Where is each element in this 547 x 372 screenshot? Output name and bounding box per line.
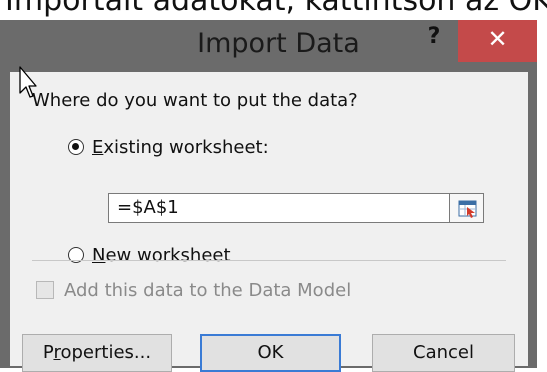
import-data-dialog: Import Data ? ✕ Where do you want to put… xyxy=(0,20,537,372)
destination-question: Where do you want to put the data? xyxy=(32,90,358,111)
new-worksheet-option[interactable]: New worksheet xyxy=(68,242,231,268)
data-model-label: Add this data to the Data Model xyxy=(64,279,352,301)
section-divider xyxy=(32,260,506,261)
existing-worksheet-option[interactable]: Existing worksheet: xyxy=(68,134,269,160)
data-model-checkbox xyxy=(36,281,54,299)
cancel-button[interactable]: Cancel xyxy=(372,334,515,372)
mouse-pointer-icon xyxy=(19,66,37,98)
background-instruction-text: Importált adatokat, kattintson az OK gom xyxy=(5,0,547,18)
collapse-dialog-icon xyxy=(458,200,477,218)
range-selector-button[interactable] xyxy=(450,193,484,223)
new-worksheet-label: New worksheet xyxy=(92,244,231,266)
existing-worksheet-radio[interactable] xyxy=(68,139,84,155)
ok-button[interactable]: OK xyxy=(200,334,341,372)
dialog-title: Import Data xyxy=(197,28,360,59)
dialog-body: Where do you want to put the data? Exist… xyxy=(10,72,528,372)
properties-button[interactable]: Properties... xyxy=(22,334,172,372)
close-icon: ✕ xyxy=(487,25,508,53)
existing-worksheet-label: Existing worksheet: xyxy=(92,136,269,158)
close-button[interactable]: ✕ xyxy=(458,20,537,62)
help-button[interactable]: ? xyxy=(412,20,456,60)
range-reference-input[interactable]: =$A$1 xyxy=(108,193,450,223)
title-bar[interactable]: Import Data ? ✕ xyxy=(0,20,537,72)
data-model-option: Add this data to the Data Model xyxy=(36,277,351,303)
